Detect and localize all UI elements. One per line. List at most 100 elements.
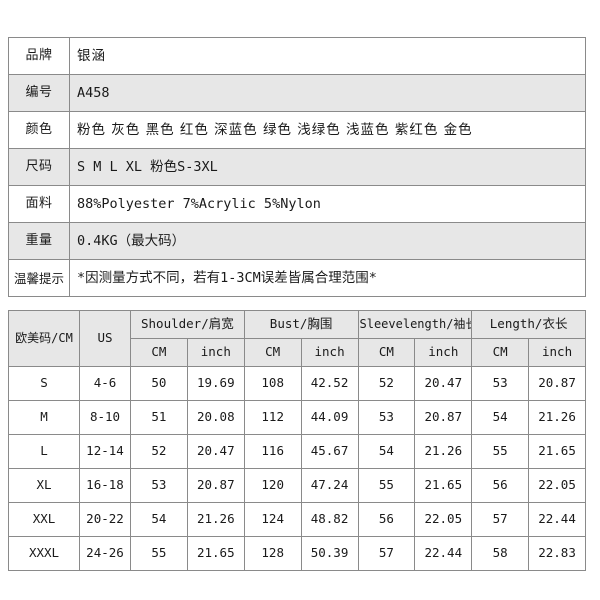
spec-value-size: S M L XL 粉色S-3XL bbox=[69, 148, 586, 186]
cell-bust-inch: 42.52 bbox=[300, 366, 359, 401]
cell-shoulder-inch: 21.26 bbox=[186, 502, 245, 537]
size-chart-header: 欧美码/CM US Shoulder/肩宽 Bust/胸围 Sleeveleng… bbox=[8, 310, 586, 367]
header-bust-cm: CM bbox=[243, 338, 302, 367]
spec-row-brand: 品牌 银涵 bbox=[8, 37, 586, 75]
cell-size: XXXL bbox=[8, 536, 80, 571]
cell-sleeve-inch: 21.65 bbox=[414, 468, 473, 503]
cell-length-inch: 22.44 bbox=[528, 502, 586, 537]
cell-length-inch: 20.87 bbox=[528, 366, 586, 401]
cell-length-cm: 58 bbox=[471, 536, 530, 571]
cell-bust-inch: 50.39 bbox=[300, 536, 359, 571]
cell-length-cm: 53 bbox=[471, 366, 530, 401]
cell-shoulder-cm: 53 bbox=[130, 468, 188, 503]
spec-value-weight: 0.4KG（最大码） bbox=[69, 222, 586, 260]
cell-length-inch: 22.05 bbox=[528, 468, 586, 503]
spec-row-notice: 温馨提示 *因测量方式不同，若有1-3CM误差皆属合理范围* bbox=[8, 259, 586, 297]
spec-label-model: 编号 bbox=[8, 74, 70, 112]
cell-us: 4-6 bbox=[79, 366, 131, 401]
cell-us: 24-26 bbox=[79, 536, 131, 571]
table-row: XL 16-18 53 20.87 120 47.24 55 21.65 56 … bbox=[8, 468, 586, 503]
cell-sleeve-cm: 53 bbox=[357, 400, 416, 435]
cell-length-cm: 54 bbox=[471, 400, 530, 435]
cell-sleeve-inch: 22.44 bbox=[414, 536, 473, 571]
cell-shoulder-inch: 20.08 bbox=[186, 400, 245, 435]
cell-sleeve-inch: 22.05 bbox=[414, 502, 473, 537]
header-length: Length/衣长 bbox=[471, 310, 586, 339]
spec-row-weight: 重量 0.4KG（最大码） bbox=[8, 222, 586, 260]
cell-size: XXL bbox=[8, 502, 80, 537]
table-row: S 4-6 50 19.69 108 42.52 52 20.47 53 20.… bbox=[8, 366, 586, 401]
header-length-cm: CM bbox=[471, 338, 530, 367]
spec-value-brand: 银涵 bbox=[69, 37, 586, 75]
header-us: US bbox=[79, 310, 131, 367]
cell-size: L bbox=[8, 434, 80, 469]
cell-shoulder-cm: 52 bbox=[130, 434, 188, 469]
table-row: M 8-10 51 20.08 112 44.09 53 20.87 54 21… bbox=[8, 400, 586, 435]
header-sleeve-inch: inch bbox=[414, 338, 473, 367]
header-shoulder-cm: CM bbox=[130, 338, 188, 367]
header-size: 欧美码/CM bbox=[8, 310, 80, 367]
cell-bust-cm: 116 bbox=[243, 434, 302, 469]
cell-shoulder-inch: 20.47 bbox=[186, 434, 245, 469]
spec-value-model: A458 bbox=[69, 74, 586, 112]
cell-shoulder-inch: 19.69 bbox=[186, 366, 245, 401]
cell-bust-cm: 108 bbox=[243, 366, 302, 401]
cell-length-inch: 22.83 bbox=[528, 536, 586, 571]
cell-us: 16-18 bbox=[79, 468, 131, 503]
table-row: XXXL 24-26 55 21.65 128 50.39 57 22.44 5… bbox=[8, 536, 586, 571]
header-sleeve-cm: CM bbox=[357, 338, 416, 367]
spec-value-brand-text: 银涵 bbox=[77, 47, 106, 64]
cell-sleeve-cm: 56 bbox=[357, 502, 416, 537]
cell-length-cm: 57 bbox=[471, 502, 530, 537]
spec-row-size: 尺码 S M L XL 粉色S-3XL bbox=[8, 148, 586, 186]
cell-length-cm: 55 bbox=[471, 434, 530, 469]
cell-us: 12-14 bbox=[79, 434, 131, 469]
cell-us: 20-22 bbox=[79, 502, 131, 537]
product-spec-table-body: 品牌 银涵 编号 A458 颜色 粉色 灰色 黑色 红色 深蓝色 绿色 浅绿色 … bbox=[8, 37, 586, 297]
cell-shoulder-cm: 55 bbox=[130, 536, 188, 571]
cell-bust-cm: 128 bbox=[243, 536, 302, 571]
cell-bust-cm: 112 bbox=[243, 400, 302, 435]
header-bust-inch: inch bbox=[300, 338, 359, 367]
header-bust: Bust/胸围 bbox=[243, 310, 359, 339]
cell-bust-cm: 120 bbox=[243, 468, 302, 503]
spec-label-weight: 重量 bbox=[8, 222, 70, 260]
cell-length-cm: 56 bbox=[471, 468, 530, 503]
spec-label-notice: 温馨提示 bbox=[8, 259, 70, 297]
spec-label-color: 颜色 bbox=[8, 111, 70, 149]
spec-label-fabric: 面料 bbox=[8, 185, 70, 223]
cell-bust-inch: 48.82 bbox=[300, 502, 359, 537]
size-chart-group-header-row: 欧美码/CM US Shoulder/肩宽 Bust/胸围 Sleeveleng… bbox=[8, 310, 586, 367]
cell-size: XL bbox=[8, 468, 80, 503]
spec-row-color: 颜色 粉色 灰色 黑色 红色 深蓝色 绿色 浅绿色 浅蓝色 紫红色 金色 bbox=[8, 111, 586, 149]
size-chart-body: S 4-6 50 19.69 108 42.52 52 20.47 53 20.… bbox=[8, 366, 586, 571]
header-shoulder-inch: inch bbox=[186, 338, 245, 367]
cell-sleeve-inch: 20.47 bbox=[414, 366, 473, 401]
spec-value-color-text: 粉色 灰色 黑色 红色 深蓝色 绿色 浅绿色 浅蓝色 紫红色 金色 bbox=[77, 121, 473, 138]
spec-value-color: 粉色 灰色 黑色 红色 深蓝色 绿色 浅绿色 浅蓝色 紫红色 金色 bbox=[69, 111, 586, 149]
cell-sleeve-cm: 57 bbox=[357, 536, 416, 571]
cell-sleeve-cm: 54 bbox=[357, 434, 416, 469]
cell-length-inch: 21.65 bbox=[528, 434, 586, 469]
spec-value-fabric: 88%Polyester 7%Acrylic 5%Nylon bbox=[69, 185, 586, 223]
spec-value-notice: *因测量方式不同，若有1-3CM误差皆属合理范围* bbox=[69, 259, 586, 297]
header-length-inch: inch bbox=[528, 338, 586, 367]
cell-us: 8-10 bbox=[79, 400, 131, 435]
cell-shoulder-inch: 20.87 bbox=[186, 468, 245, 503]
cell-sleeve-inch: 21.26 bbox=[414, 434, 473, 469]
product-spec-sheet: 品牌 银涵 编号 A458 颜色 粉色 灰色 黑色 红色 深蓝色 绿色 浅绿色 … bbox=[0, 0, 600, 600]
size-chart-table: 欧美码/CM US Shoulder/肩宽 Bust/胸围 Sleeveleng… bbox=[8, 310, 586, 571]
header-shoulder: Shoulder/肩宽 bbox=[130, 310, 245, 339]
spec-row-model: 编号 A458 bbox=[8, 74, 586, 112]
cell-bust-cm: 124 bbox=[243, 502, 302, 537]
cell-shoulder-cm: 50 bbox=[130, 366, 188, 401]
cell-length-inch: 21.26 bbox=[528, 400, 586, 435]
table-row: L 12-14 52 20.47 116 45.67 54 21.26 55 2… bbox=[8, 434, 586, 469]
cell-shoulder-cm: 51 bbox=[130, 400, 188, 435]
cell-sleeve-cm: 55 bbox=[357, 468, 416, 503]
cell-sleeve-inch: 20.87 bbox=[414, 400, 473, 435]
table-row: XXL 20-22 54 21.26 124 48.82 56 22.05 57… bbox=[8, 502, 586, 537]
cell-size: M bbox=[8, 400, 80, 435]
cell-shoulder-cm: 54 bbox=[130, 502, 188, 537]
spec-label-size: 尺码 bbox=[8, 148, 70, 186]
